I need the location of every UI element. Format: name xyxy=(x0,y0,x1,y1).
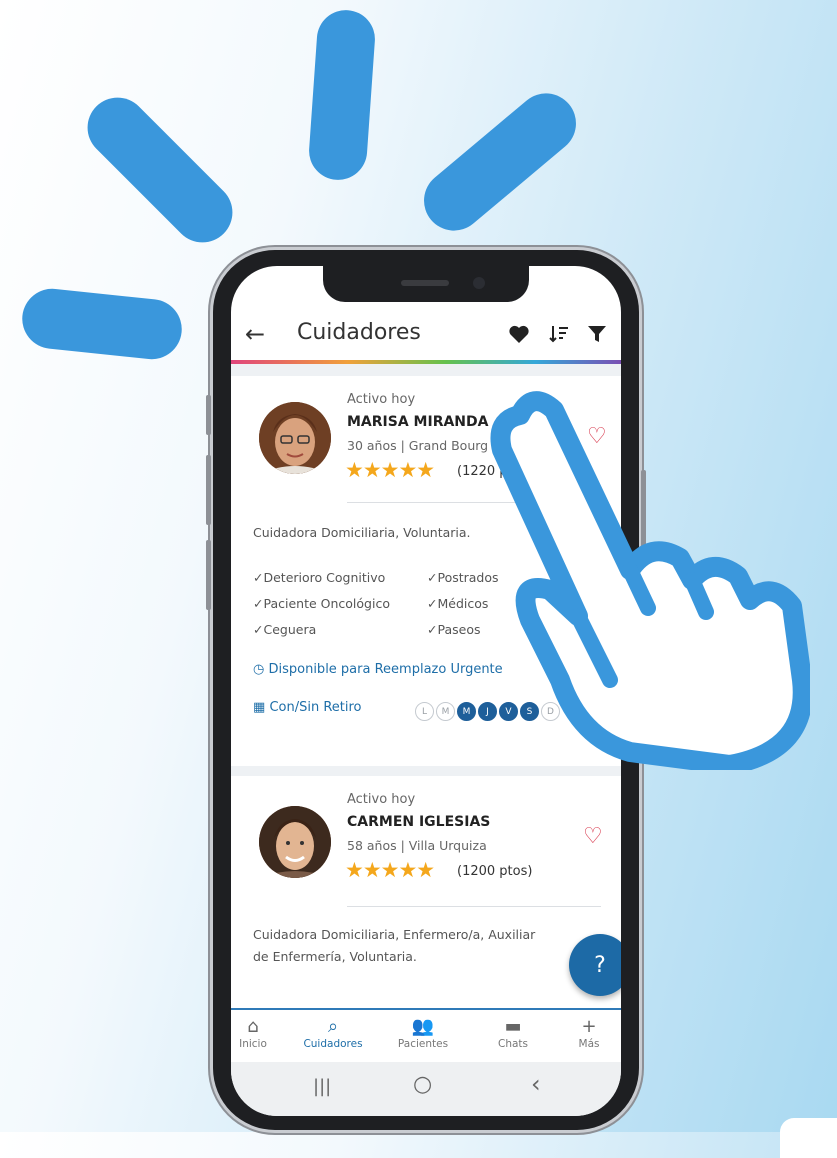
sort-icon[interactable] xyxy=(547,322,571,346)
skill-item: ✓Paseos xyxy=(427,622,481,637)
bottom-nav: ⌂ Inicio ⌕ Cuidadores 👥 Pacientes ▬ Chat… xyxy=(231,1008,621,1062)
arrow-left-icon[interactable]: ← xyxy=(245,320,265,348)
favorite-heart-icon[interactable]: ♡ xyxy=(583,824,603,849)
caregiver-card[interactable]: Activo hoy CARMEN IGLESIAS 58 años | Vil… xyxy=(231,776,621,1004)
avatar xyxy=(259,806,331,878)
caregiver-name[interactable]: MARISA MIRANDA xyxy=(347,414,488,430)
caregiver-details: 30 años | Grand Bourg xyxy=(347,438,489,453)
page-title: Cuidadores xyxy=(297,320,421,345)
plus-icon: + xyxy=(581,1016,597,1037)
app-bar: ← Cuidadores xyxy=(231,310,621,358)
activity-status: Activo hoy xyxy=(347,792,416,807)
day-chip: M xyxy=(457,702,476,721)
nav-item-cuidadores[interactable]: ⌕ Cuidadores xyxy=(297,1016,369,1050)
rating-points: (1200 ptos) xyxy=(457,864,533,879)
activity-status: Activo hoy xyxy=(347,392,416,407)
rating-stars: ★★★★★ xyxy=(345,458,435,482)
skill-item: ✓Ceguera xyxy=(253,622,317,637)
home-button[interactable]: ○ xyxy=(413,1072,432,1097)
skill-item: ✓Deterioro Cognitivo xyxy=(253,570,386,585)
caregiver-name[interactable]: CARMEN IGLESIAS xyxy=(347,814,490,830)
notch xyxy=(323,266,529,302)
corner-badge xyxy=(780,1118,837,1158)
decor-ray-3 xyxy=(411,81,589,243)
calendar-icon: ▦ xyxy=(253,700,266,715)
system-nav-bar: ||| ○ ‹ xyxy=(231,1062,621,1116)
filter-icon[interactable] xyxy=(585,322,609,346)
skill-item: ✓Paciente Oncológico xyxy=(253,596,390,611)
heart-icon[interactable] xyxy=(507,322,531,346)
decor-ray-1 xyxy=(307,8,377,182)
nav-item-pacientes[interactable]: 👥 Pacientes xyxy=(387,1016,459,1050)
nav-item-chats[interactable]: ▬ Chats xyxy=(477,1016,549,1050)
recents-button[interactable]: ||| xyxy=(313,1076,331,1097)
decor-ray-4 xyxy=(19,285,185,363)
caregiver-description: Cuidadora Domiciliaria, Voluntaria. xyxy=(253,525,471,540)
pointing-hand-icon xyxy=(490,391,810,770)
home-icon: ⌂ xyxy=(247,1016,259,1037)
chat-icon: ▬ xyxy=(504,1016,522,1037)
day-chip: L xyxy=(415,702,434,721)
search-icon: ⌕ xyxy=(327,1016,339,1037)
rating-stars: ★★★★★ xyxy=(345,858,435,882)
back-button[interactable]: ‹ xyxy=(531,1070,541,1098)
clock-icon: ◷ xyxy=(253,662,265,677)
caregiver-details: 58 años | Villa Urquiza xyxy=(347,838,487,853)
schedule-type: ▦ Con/Sin Retiro xyxy=(253,700,362,715)
urgent-availability: ◷ Disponible para Reemplazo Urgente xyxy=(253,662,503,677)
day-chip: M xyxy=(436,702,455,721)
decor-ray-2 xyxy=(75,85,245,255)
people-icon: 👥 xyxy=(411,1016,435,1037)
caregiver-description: Cuidadora Domiciliaria, Enfermero/a, Aux… xyxy=(253,927,536,964)
avatar xyxy=(259,402,331,474)
nav-item-mas[interactable]: + Más xyxy=(553,1016,621,1050)
nav-item-inicio[interactable]: ⌂ Inicio xyxy=(231,1016,289,1050)
